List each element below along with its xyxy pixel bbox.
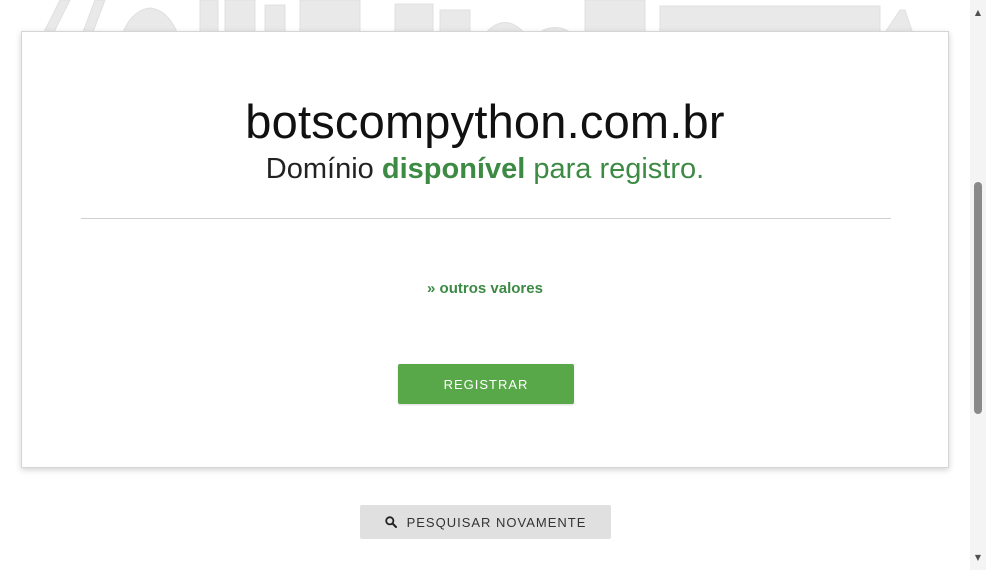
- search-icon: [384, 516, 397, 528]
- chevron-down-icon[interactable]: ▼: [970, 549, 986, 566]
- divider: [81, 218, 891, 219]
- scrollbar-thumb[interactable]: [974, 182, 982, 414]
- result-card: botscompython.com.br Domínio disponível …: [21, 31, 949, 468]
- search-again-button[interactable]: PESQUISAR NOVAMENTE: [360, 505, 611, 539]
- status-suffix: para registro.: [533, 153, 705, 185]
- search-again-label: PESQUISAR NOVAMENTE: [406, 514, 587, 530]
- chevron-up-icon[interactable]: ▲: [970, 4, 986, 21]
- availability-status: Domínio disponível para registro.: [22, 152, 948, 186]
- register-button[interactable]: REGISTRAR: [398, 364, 574, 404]
- vertical-scrollbar[interactable]: ▲ ▼: [970, 0, 986, 570]
- status-prefix: Domínio: [265, 153, 374, 185]
- status-highlight: disponível: [381, 153, 526, 185]
- other-values-link[interactable]: » outros valores: [22, 280, 948, 297]
- page: botscompython.com.br Domínio disponível …: [0, 0, 986, 570]
- domain-name: botscompython.com.br: [245, 95, 725, 148]
